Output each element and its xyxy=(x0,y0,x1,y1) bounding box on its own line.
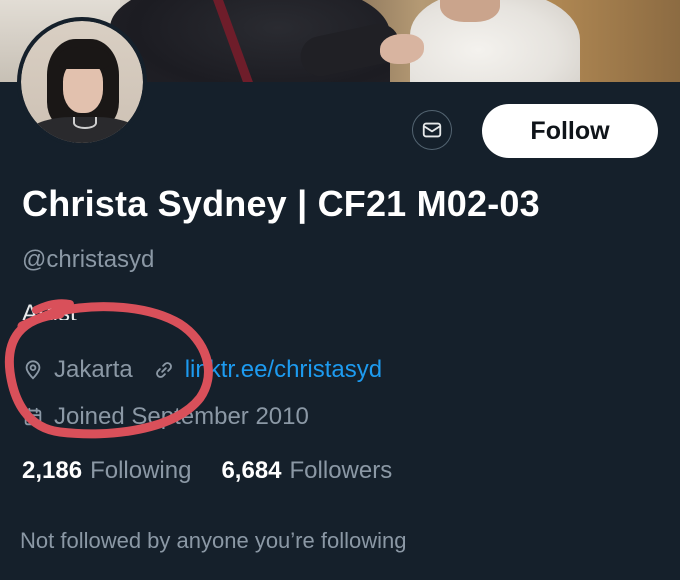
message-button[interactable] xyxy=(412,110,452,150)
avatar-photo xyxy=(21,21,143,143)
mutuals-note: Not followed by anyone you’re following xyxy=(20,528,407,553)
follow-stats: 2,186 Following 6,684 Followers xyxy=(22,457,392,485)
envelope-icon xyxy=(422,122,442,138)
followers-label: Followers xyxy=(289,457,393,484)
link-icon xyxy=(151,357,177,383)
following-count: 2,186 xyxy=(22,457,83,484)
location-text: Jakarta xyxy=(54,356,133,383)
joined-date: Joined September 2010 xyxy=(54,403,309,430)
display-name: Christa Sydney | CF21 M02-03 xyxy=(22,183,540,224)
avatar-necklace xyxy=(73,117,97,129)
calendar-icon xyxy=(20,404,46,430)
profile-meta-joined-row: Joined September 2010 xyxy=(20,403,309,431)
followers-link[interactable]: 6,684 Followers xyxy=(221,457,392,485)
following-label: Following xyxy=(90,457,192,484)
user-handle: @christasyd xyxy=(22,246,155,273)
follow-button[interactable]: Follow xyxy=(482,104,658,158)
user-bio: Artist xyxy=(22,300,77,320)
profile-meta-location-row: Jakarta linktr.ee/christasyd xyxy=(20,356,382,384)
map-pin-icon xyxy=(20,357,46,383)
followers-count: 6,684 xyxy=(221,457,282,484)
website-link[interactable]: linktr.ee/christasyd xyxy=(185,356,382,384)
banner-hand xyxy=(380,34,424,64)
avatar[interactable] xyxy=(17,17,147,147)
following-link[interactable]: 2,186 Following xyxy=(22,457,191,485)
avatar-bangs xyxy=(59,47,109,69)
